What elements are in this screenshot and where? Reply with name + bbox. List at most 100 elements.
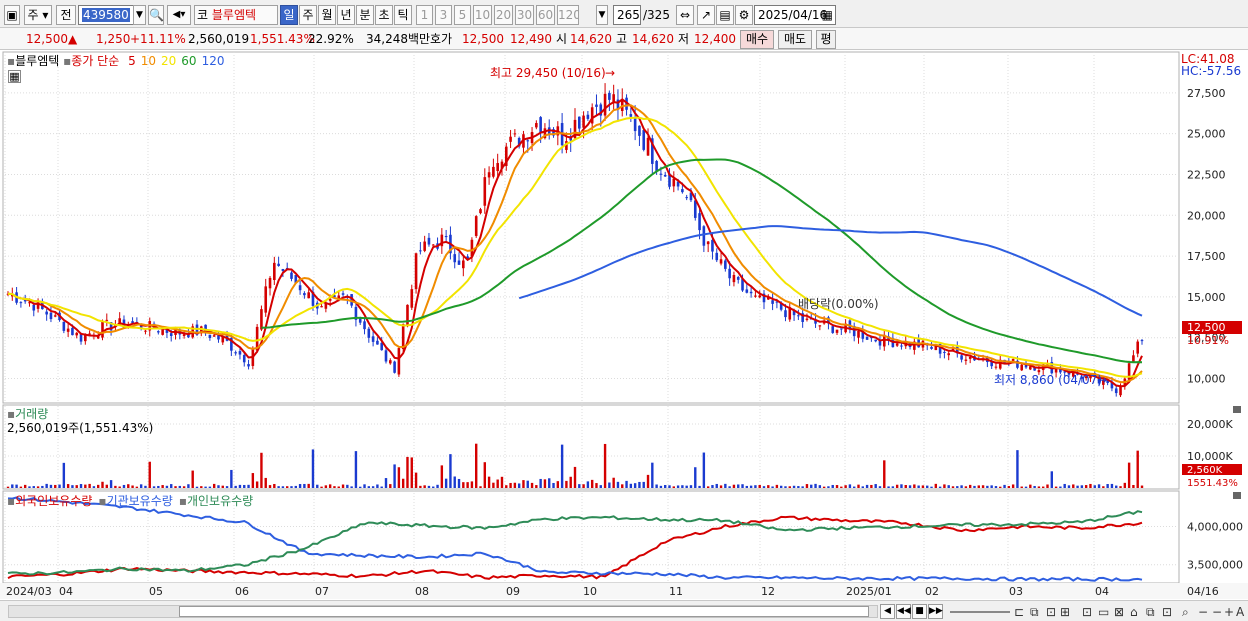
ma-period-label[interactable]: 10 <box>141 54 156 68</box>
candle-body <box>444 235 448 238</box>
count-input[interactable]: 265 <box>613 5 641 25</box>
ma-period-label[interactable]: 60 <box>181 54 196 68</box>
layout-icon-2[interactable]: ⧉ <box>1030 605 1039 620</box>
zoom-minus-icon[interactable]: − <box>1212 605 1222 619</box>
legend-ma-label[interactable]: 종가 단순 <box>71 54 119 68</box>
holding-panel-close-icon[interactable] <box>1233 492 1241 499</box>
legend-stock-name[interactable]: 블루엠텍 <box>15 54 59 68</box>
volume-bar <box>247 484 250 488</box>
x-tick-label: 04/16 <box>1187 585 1219 598</box>
evaluate-button[interactable]: 평 <box>816 30 836 49</box>
rewind-icon[interactable]: ◀◀ <box>896 604 911 619</box>
ma-period-label[interactable]: 120 <box>202 54 225 68</box>
volume-bar <box>981 485 985 488</box>
layout-icon-10[interactable]: ⊡ <box>1162 605 1172 619</box>
zoom-out-icon[interactable]: − <box>1198 605 1208 619</box>
period-button[interactable]: 분 <box>356 5 374 25</box>
volume-bar <box>307 483 310 488</box>
interval-button[interactable]: 20 <box>494 5 513 25</box>
stock-name-field[interactable]: 코 블루엠텍 <box>194 5 278 25</box>
buy-button[interactable]: 매수 <box>740 30 774 49</box>
fit-icon[interactable]: ⇔ <box>676 5 694 25</box>
holding-legend-label[interactable]: 외국인보유수량 <box>15 494 92 508</box>
search-icon[interactable]: 🔍 <box>148 5 164 25</box>
date-input[interactable]: 2025/04/16 ▦ <box>754 5 836 25</box>
volume-bar <box>548 478 551 488</box>
code-dropdown-icon[interactable]: ▼ <box>133 5 146 25</box>
fast-forward-icon[interactable]: ▶▶ <box>928 604 943 619</box>
chart-area[interactable]: 10,000 12,500 15,000 17,500 20,000 22,500 25,0… <box>0 50 1248 621</box>
zoom-in-icon[interactable]: + <box>1224 605 1234 619</box>
interval-button[interactable]: 5 <box>454 5 471 25</box>
volume-bar <box>685 485 688 488</box>
candle-body <box>577 116 581 129</box>
interval-button[interactable]: 30 <box>515 5 534 25</box>
scope-button[interactable]: 전 <box>56 5 76 25</box>
volume-bar <box>19 486 23 488</box>
volume-bar <box>88 483 91 488</box>
volume-bar <box>590 479 594 488</box>
font-size-icon[interactable]: A <box>1236 605 1244 619</box>
layout-icon-1[interactable]: ⊏ <box>1014 605 1024 619</box>
gear-icon[interactable]: ⚙ <box>735 5 753 25</box>
volume-panel-close-icon[interactable] <box>1233 406 1241 413</box>
candle-body <box>423 241 426 251</box>
chart-scrollbar[interactable] <box>8 605 878 618</box>
holding-legend-label[interactable]: 개인보유수량 <box>187 494 253 508</box>
scroll-thumb[interactable] <box>179 606 869 617</box>
volume-panel[interactable] <box>2 404 1180 490</box>
zoom-slider[interactable] <box>950 607 1010 613</box>
candle-body <box>45 311 48 315</box>
stock-chart[interactable]: 10,000 12,500 15,000 17,500 20,000 22,500 25,0… <box>0 50 1248 621</box>
period-button[interactable]: 주 <box>299 5 317 25</box>
period-button[interactable]: 틱 <box>394 5 412 25</box>
volume-bar <box>732 484 736 488</box>
interval-button[interactable]: 1 <box>416 5 433 25</box>
speaker-icon[interactable]: ◀▾ <box>167 5 191 25</box>
table-icon[interactable]: ▦ <box>8 70 21 83</box>
period-button[interactable]: 월 <box>318 5 336 25</box>
layout-icon-3[interactable]: ⊡ <box>1046 605 1056 619</box>
layout-icon-6[interactable]: ▭ <box>1098 605 1109 619</box>
layout-icon-8[interactable]: ⌂ <box>1130 605 1138 619</box>
volume-bar <box>449 454 452 488</box>
volume-bar <box>11 484 14 488</box>
volume-bar <box>92 486 96 488</box>
layout-icon-7[interactable]: ⊠ <box>1114 605 1124 619</box>
volume-bar <box>565 480 568 488</box>
candle-body <box>595 104 598 107</box>
volume-bar <box>801 486 804 488</box>
save-icon[interactable]: ▤ <box>716 5 734 25</box>
interval-button[interactable]: 3 <box>435 5 452 25</box>
interval-dropdown-icon[interactable]: ▼ <box>596 5 608 25</box>
period-button[interactable]: 초 <box>375 5 393 25</box>
layout-icon-5[interactable]: ⊡ <box>1082 605 1092 619</box>
candle-body <box>582 115 585 128</box>
volume-bar <box>234 485 237 488</box>
volume-bar <box>737 484 740 488</box>
interval-button[interactable]: 60 <box>536 5 555 25</box>
market-select[interactable]: 주 ▾ <box>24 5 52 25</box>
volume-bar <box>6 486 10 488</box>
volume-bar <box>328 484 332 488</box>
ma-period-label[interactable]: 20 <box>161 54 176 68</box>
draw-line-icon[interactable]: ↗ <box>697 5 715 25</box>
zoom-search-icon[interactable]: ⌕ <box>1182 605 1189 620</box>
volume-bar <box>1059 486 1062 488</box>
interval-button[interactable]: 120 <box>557 5 579 25</box>
price-panel[interactable] <box>2 51 1180 404</box>
sell-button[interactable]: 매도 <box>778 30 812 49</box>
interval-button[interactable]: 10 <box>473 5 492 25</box>
candle-body <box>79 334 83 342</box>
holding-legend-label[interactable]: 기관보유수량 <box>107 494 173 508</box>
volume-bar <box>543 479 547 488</box>
chart-menu-icon[interactable]: ▣ <box>4 5 20 25</box>
stop-icon[interactable]: ■ <box>912 604 927 619</box>
period-button[interactable]: 년 <box>337 5 355 25</box>
scroll-left-icon[interactable]: ◀ <box>880 604 895 619</box>
layout-icon-4[interactable]: ⊞ <box>1060 605 1070 619</box>
calendar-icon[interactable]: ▦ <box>822 6 833 24</box>
ma-period-label[interactable]: 5 <box>128 54 136 68</box>
layout-icon-9[interactable]: ⧉ <box>1146 605 1155 620</box>
period-button[interactable]: 일 <box>280 5 298 25</box>
